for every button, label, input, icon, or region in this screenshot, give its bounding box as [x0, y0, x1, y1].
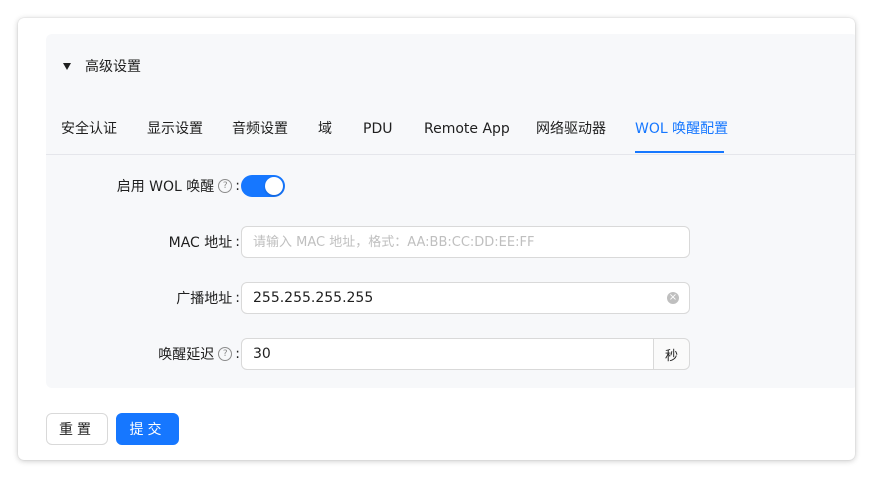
- delay-label: 唤醒延迟 ? :: [158, 338, 240, 370]
- question-circle-icon[interactable]: ?: [218, 179, 233, 193]
- wake-delay-input[interactable]: [241, 338, 654, 370]
- wol-enable-label-text: 启用 WOL 唤醒: [116, 179, 215, 195]
- switch-knob: [265, 177, 283, 195]
- caret-down-icon: [63, 62, 71, 70]
- settings-tabs: 安全认证 显示设置 音频设置 域 PDU Remote App 网络驱动器 WO…: [46, 106, 855, 155]
- advanced-settings-header[interactable]: 高级设置: [63, 54, 141, 78]
- form-row-wol-enable: 启用 WOL 唤醒 ? :: [46, 170, 855, 202]
- tab-display-settings[interactable]: 显示设置: [147, 106, 203, 154]
- reset-button[interactable]: 重置: [46, 413, 108, 445]
- advanced-settings-panel: 高级设置 安全认证 显示设置 音频设置 域 PDU Remote App 网络驱…: [46, 34, 855, 388]
- wol-enable-switch[interactable]: [241, 175, 285, 197]
- tab-network-drive[interactable]: 网络驱动器: [536, 106, 606, 154]
- tab-remote-app[interactable]: Remote App: [424, 106, 510, 154]
- delay-input-group: 秒: [241, 338, 690, 370]
- form-row-broadcast: 广播地址 : ×: [46, 282, 855, 314]
- mac-label: MAC 地址 :: [169, 226, 240, 258]
- active-tab-indicator: [635, 151, 724, 153]
- label-colon: :: [235, 290, 240, 306]
- broadcast-address-input[interactable]: [241, 282, 690, 314]
- label-colon: :: [235, 178, 240, 194]
- mac-label-text: MAC 地址: [168, 235, 233, 251]
- label-colon: :: [235, 346, 240, 362]
- tab-pdu[interactable]: PDU: [363, 106, 392, 154]
- broadcast-label-text: 广播地址: [176, 291, 233, 307]
- question-circle-icon[interactable]: ?: [218, 347, 233, 361]
- close-circle-icon[interactable]: ×: [667, 292, 679, 304]
- mac-address-input[interactable]: [241, 226, 690, 258]
- wol-enable-label: 启用 WOL 唤醒 ? :: [117, 170, 240, 202]
- broadcast-label: 广播地址 :: [176, 282, 240, 314]
- form-row-mac: MAC 地址 :: [46, 226, 855, 258]
- submit-button[interactable]: 提交: [116, 413, 179, 445]
- label-colon: :: [235, 234, 240, 250]
- delay-label-text: 唤醒延迟: [158, 347, 215, 363]
- tab-audio-settings[interactable]: 音频设置: [232, 106, 288, 154]
- tab-domain[interactable]: 域: [318, 106, 332, 154]
- delay-unit-addon: 秒: [654, 338, 690, 370]
- settings-card: 高级设置 安全认证 显示设置 音频设置 域 PDU Remote App 网络驱…: [18, 18, 855, 460]
- tab-wol-config[interactable]: WOL 唤醒配置: [635, 106, 728, 154]
- tab-security-auth[interactable]: 安全认证: [61, 106, 117, 154]
- form-row-delay: 唤醒延迟 ? : 秒: [46, 338, 855, 370]
- advanced-settings-title: 高级设置: [85, 59, 141, 75]
